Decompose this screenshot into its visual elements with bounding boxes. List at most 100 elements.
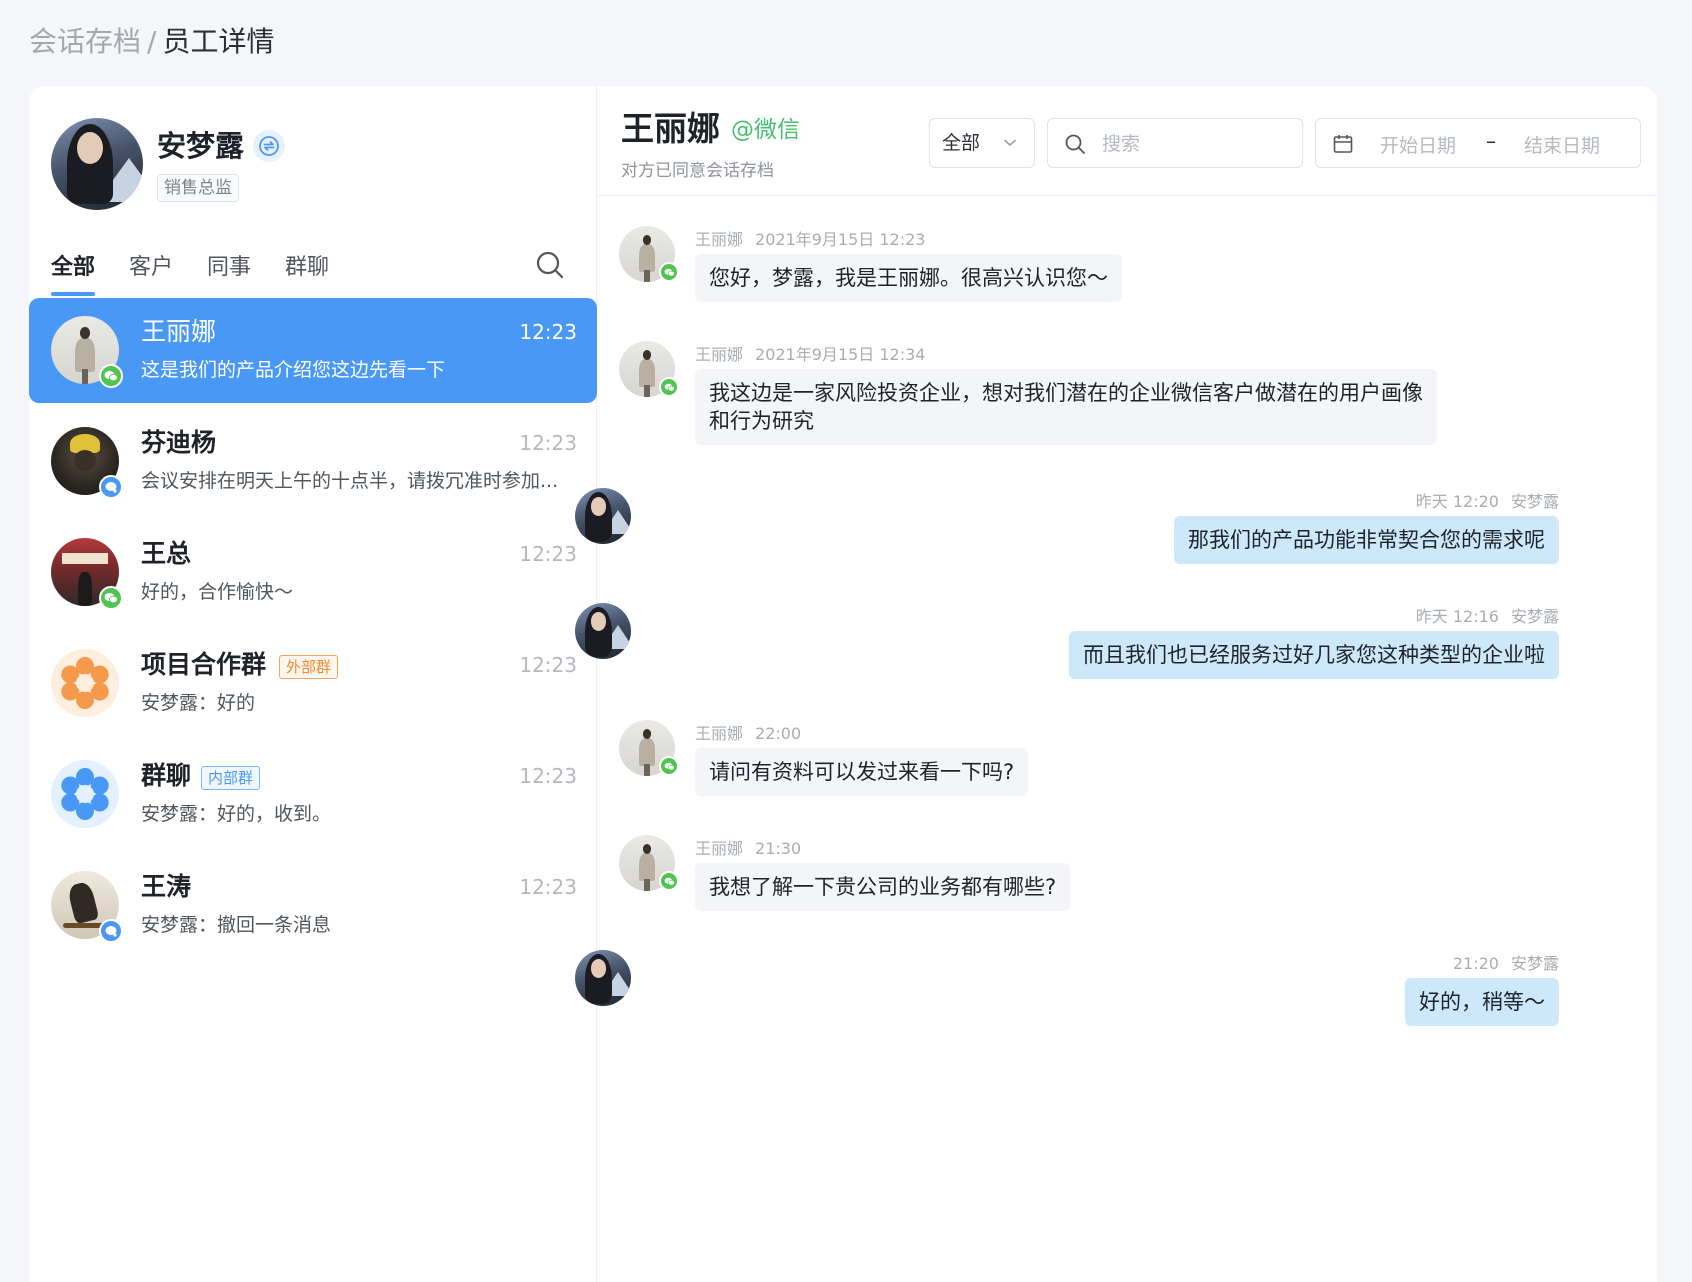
conversation-preview: 安梦露：撤回一条消息 (141, 914, 332, 936)
start-date-input[interactable]: 开始日期 (1380, 131, 1456, 158)
tab-all[interactable]: 全部 (51, 246, 96, 296)
message-text: 好的，稍等～ (1419, 990, 1545, 1014)
message-bubble[interactable]: 请问有资料可以发过来看一下吗? (695, 748, 1029, 796)
tab-groups[interactable]: 群聊 (285, 246, 329, 296)
wechat-icon (659, 756, 679, 776)
conversation-name: 群聊 (141, 761, 192, 790)
message-sender: 王丽娜 (695, 724, 744, 743)
breadcrumb-current: 员工详情 (162, 25, 275, 58)
breadcrumb-root[interactable]: 会话存档 (29, 25, 141, 58)
group-flower-icon (61, 768, 109, 820)
switch-arrows-icon (259, 136, 279, 156)
date-range-picker[interactable]: 开始日期 – 结束日期 (1315, 118, 1641, 168)
message-time: 昨天 12:16 (1415, 607, 1499, 626)
breadcrumb: 会话存档 / 员工详情 (29, 22, 274, 62)
wechat-icon (99, 364, 123, 388)
chat-panel: 王丽娜 @微信 对方已同意会话存档 全部 搜索 开始日期 – 结束日期 王丽娜 … (575, 86, 1657, 1282)
contact-platform: @微信 (731, 117, 800, 143)
search-input[interactable] (1102, 131, 1282, 157)
conversation-time: 12:23 (519, 431, 577, 455)
tab-customers[interactable]: 客户 (129, 246, 173, 296)
message-sender: 安梦露 (1510, 492, 1559, 511)
conversation-time: 12:23 (519, 764, 577, 788)
date-range-separator: – (1486, 129, 1496, 153)
message-type-select[interactable]: 全部 (929, 118, 1035, 168)
wechat-icon (99, 586, 123, 610)
message-sender: 王丽娜 (695, 230, 744, 249)
conversation-preview: 安梦露：好的 (141, 692, 256, 714)
chevron-down-icon (1004, 139, 1016, 146)
message-time: 2021年9月15日 12:23 (755, 230, 926, 249)
chat-header: 王丽娜 @微信 对方已同意会话存档 全部 搜索 开始日期 – 结束日期 (597, 86, 1657, 196)
conversation-time: 12:23 (519, 653, 577, 677)
message-meta: 王丽娜 22:00 (695, 720, 801, 744)
wechat-icon (659, 871, 679, 891)
profile-role-badge: 销售总监 (157, 174, 239, 202)
work-wechat-icon (99, 475, 123, 499)
message-meta: 昨天 12:20 安梦露 (1416, 488, 1559, 512)
conversation-name: 王涛 (141, 872, 192, 901)
message-meta: 王丽娜 2021年9月15日 12:34 (695, 341, 925, 365)
conversation-preview: 安梦露：好的，收到。 (141, 803, 332, 825)
conversation-item[interactable]: 王丽娜 12:23 这是我们的产品介绍您这边先看一下 (29, 298, 597, 403)
message-meta: 昨天 12:16 安梦露 (1416, 603, 1559, 627)
contact-name: 王丽娜 (621, 109, 720, 148)
tab-colleagues[interactable]: 同事 (207, 246, 251, 296)
message-text: 那我们的产品功能非常契合您的需求呢 (1188, 528, 1545, 552)
message-text: 和行为研究 (709, 409, 814, 433)
message-bubble[interactable]: 那我们的产品功能非常契合您的需求呢 (1174, 516, 1559, 564)
sender-avatar (575, 488, 631, 544)
message-time: 21:30 (755, 839, 802, 858)
sender-avatar (575, 603, 631, 659)
conversation-item[interactable]: 王总 12:23 好的，合作愉快～ (29, 520, 597, 631)
message-bubble[interactable]: 我想了解一下贵公司的业务都有哪些? (695, 863, 1071, 911)
message-meta: 王丽娜 21:30 (695, 835, 801, 859)
internal-group-tag: 内部群 (201, 766, 261, 790)
message-bubble[interactable]: 好的，稍等～ (1405, 978, 1559, 1026)
conversation-item[interactable]: 芬迪杨 12:23 会议安排在明天上午的十点半，请拨冗准时参加... (29, 409, 597, 520)
message-bubble[interactable]: 您好，梦露，我是王丽娜。很高兴认识您～ (695, 254, 1122, 302)
group-flower-icon (61, 657, 109, 709)
message-text: 我想了解一下贵公司的业务都有哪些? (709, 875, 1057, 899)
message-time: 21:20 (1452, 954, 1499, 973)
message-incoming: 王丽娜 21:30 我想了解一下贵公司的业务都有哪些? (597, 835, 1657, 935)
conversation-name: 王丽娜 (141, 317, 217, 346)
conversation-time: 12:23 (519, 542, 577, 566)
message-incoming: 王丽娜 2021年9月15日 12:34 我这边是一家风险投资企业，想对我们潜在的… (597, 341, 1657, 471)
conversation-item[interactable]: 群聊 内部群 12:23 安梦露：好的，收到。 (29, 742, 597, 853)
conversation-item[interactable]: 王涛 12:23 安梦露：撤回一条消息 (29, 853, 597, 964)
sender-avatar (575, 950, 631, 1006)
end-date-input[interactable]: 结束日期 (1524, 131, 1600, 158)
message-bubble[interactable]: 而且我们也已经服务过好几家您这种类型的企业啦 (1069, 631, 1559, 679)
message-text: 而且我们也已经服务过好几家您这种类型的企业啦 (1083, 643, 1545, 667)
message-incoming: 王丽娜 2021年9月15日 12:23 您好，梦露，我是王丽娜。很高兴认识您～ (597, 226, 1657, 326)
message-text: 您好，梦露，我是王丽娜。很高兴认识您～ (709, 266, 1108, 290)
wechat-icon (659, 377, 679, 397)
message-bubble[interactable]: 我这边是一家风险投资企业，想对我们潜在的企业微信客户做潜在的用户画像 和行为研究 (695, 369, 1437, 445)
group-avatar (51, 760, 119, 828)
conversation-item[interactable]: 项目合作群 外部群 12:23 安梦露：好的 (29, 631, 597, 742)
message-meta: 王丽娜 2021年9月15日 12:23 (695, 226, 925, 250)
message-sender: 王丽娜 (695, 839, 744, 858)
conversation-preview: 会议安排在明天上午的十点半，请拨冗准时参加... (141, 470, 559, 492)
external-group-tag: 外部群 (279, 655, 339, 679)
message-text: 我这边是一家风险投资企业，想对我们潜在的企业微信客户做潜在的用户画像 (709, 381, 1423, 405)
message-sender: 安梦露 (1510, 954, 1559, 973)
profile-avatar (51, 118, 143, 210)
consent-status: 对方已同意会话存档 (621, 161, 774, 181)
message-meta: 21:20 安梦露 (1453, 950, 1559, 974)
breadcrumb-separator: / (147, 25, 157, 58)
message-search-box[interactable] (1047, 118, 1303, 168)
search-icon[interactable] (535, 250, 565, 280)
profile-name: 安梦露 (157, 129, 245, 163)
message-sender: 王丽娜 (695, 345, 744, 364)
conversation-list: 王丽娜 12:23 这是我们的产品介绍您这边先看一下 芬迪杨 12:23 会议安… (29, 298, 597, 964)
group-avatar (51, 649, 119, 717)
message-text: 请问有资料可以发过来看一下吗? (709, 760, 1015, 784)
message-outgoing: 21:20 安梦露 好的，稍等～ (575, 950, 1657, 1050)
switch-icon[interactable] (253, 130, 285, 162)
work-wechat-icon (99, 919, 123, 943)
search-icon (1065, 134, 1085, 154)
main-card: 安梦露 销售总监 全部 客户 同事 群聊 王丽娜 12:23 这是我们的产品介绍… (29, 86, 1657, 1282)
message-outgoing: 昨天 12:20 安梦露 那我们的产品功能非常契合您的需求呢 (575, 488, 1657, 588)
